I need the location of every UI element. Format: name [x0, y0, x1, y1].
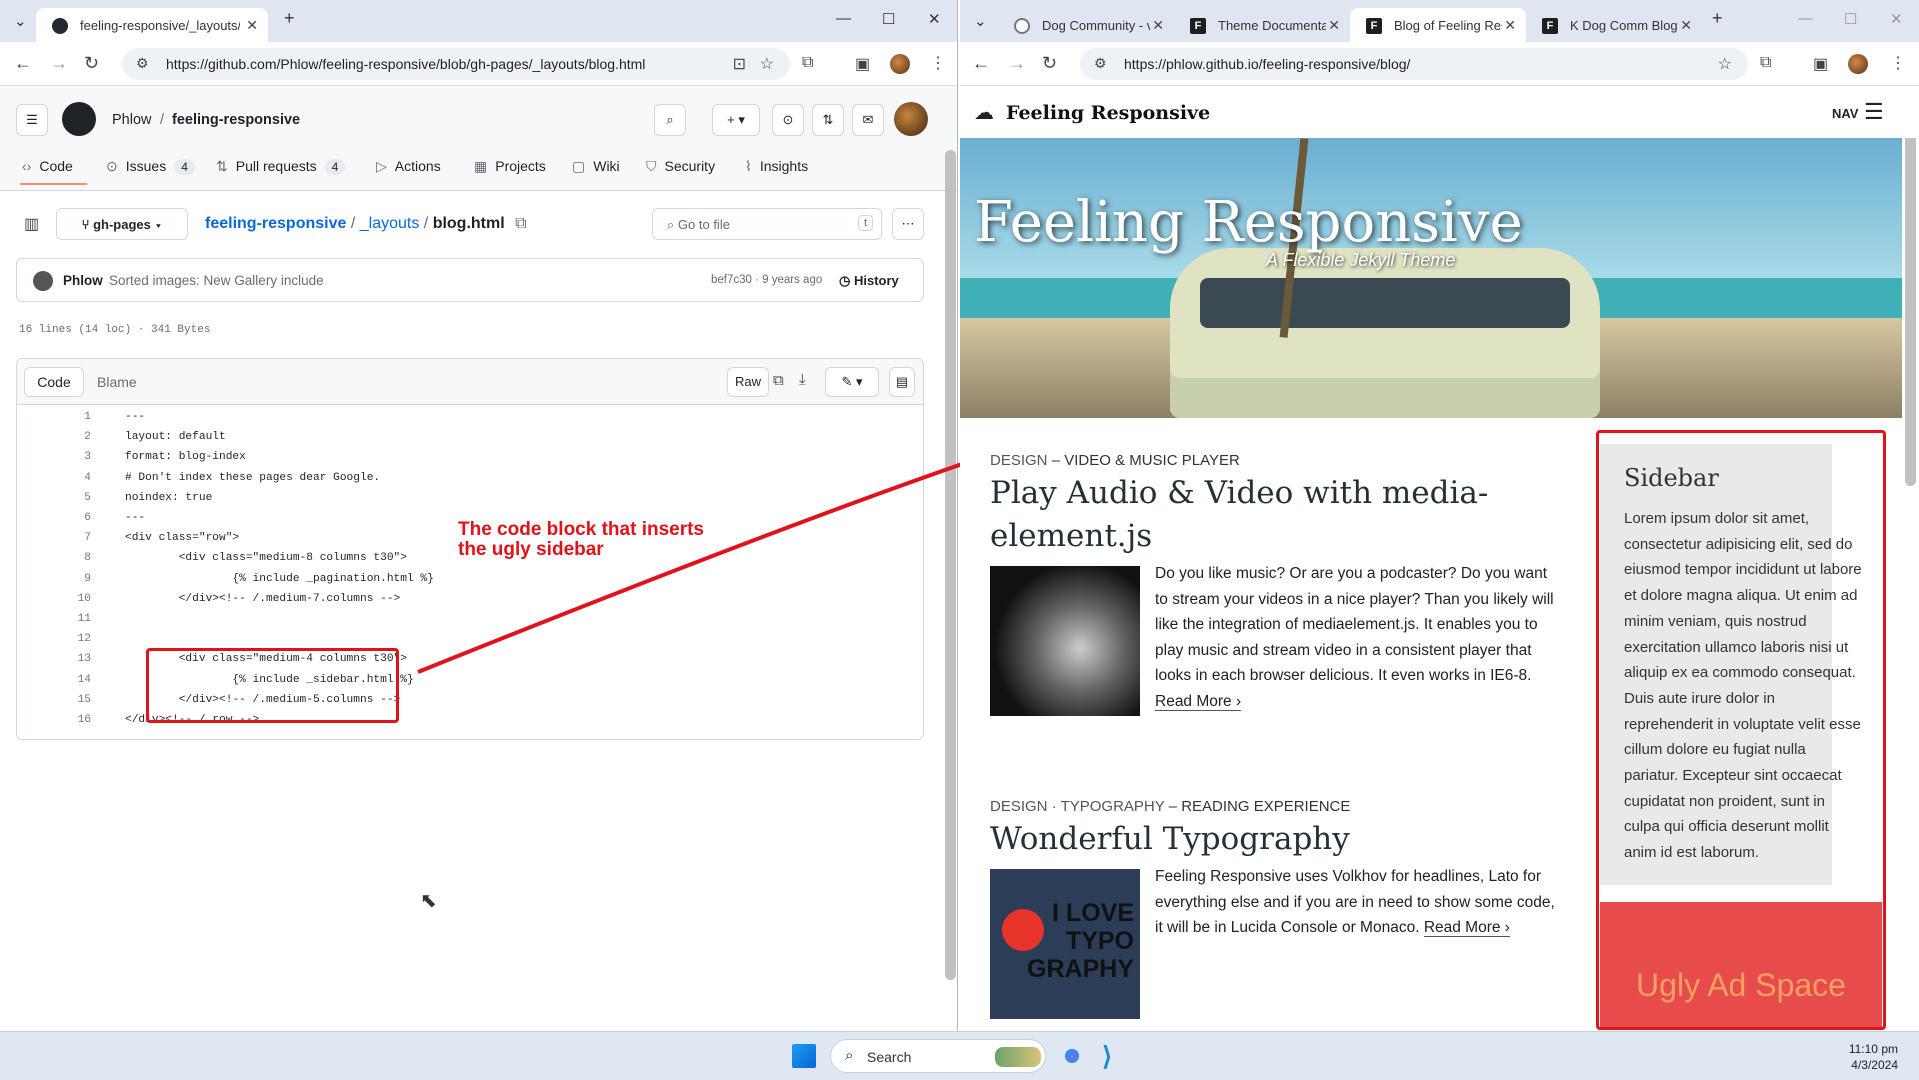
chrome-taskbar-icon[interactable] [1058, 1042, 1086, 1070]
nav-menu-icon[interactable]: ☰ [1864, 99, 1884, 125]
close-tab-icon[interactable]: ✕ [1328, 17, 1340, 34]
post-2-excerpt: Feeling Responsive uses Volkhov for head… [1155, 864, 1560, 941]
sidebar-highlight-box [1596, 430, 1886, 1030]
taskbar-search[interactable]: ⌕ Search [830, 1039, 1046, 1073]
tab-title: Theme Documentat [1218, 18, 1326, 33]
tab-theme-docs[interactable]: F Theme Documentat ✕ [1174, 8, 1350, 42]
search-icon: ⌕ [845, 1047, 854, 1064]
post-category[interactable]: DESIGN [990, 452, 1048, 469]
post-text: Do you like music? Or are you a podcaste… [1155, 565, 1554, 685]
back-icon[interactable]: ← [972, 53, 990, 74]
close-window-icon[interactable]: ✕ [1890, 10, 1903, 28]
search-highlight-icon [995, 1047, 1041, 1067]
right-scrollbar[interactable] [1905, 96, 1916, 486]
side-panel-icon[interactable]: ▣ [1813, 54, 1828, 74]
maximize-icon[interactable]: ☐ [1844, 10, 1857, 28]
post-category[interactable]: DESIGN · TYPOGRAPHY [990, 798, 1165, 815]
close-tab-icon[interactable]: ✕ [1680, 17, 1692, 34]
reload-icon[interactable]: ↻ [1042, 53, 1057, 74]
post-subtitle: VIDEO & MUSIC PLAYER [1064, 452, 1240, 469]
clock-time[interactable]: 11:10 pm [1842, 1042, 1898, 1056]
tab-title: Blog of Feeling Res [1394, 18, 1502, 33]
right-tab-bar: ⌄ Dog Community - v ✕ F Theme Documentat ✕ … [960, 0, 1919, 42]
post-2-image[interactable]: I LOVE TYPO GRAPHY [990, 869, 1140, 1019]
tab-list-icon[interactable]: ⌄ [974, 12, 987, 30]
bookmark-star-icon[interactable]: ☆ [1718, 54, 1732, 74]
post-1-image[interactable] [990, 566, 1140, 716]
site-info-icon[interactable]: ⚙ [1094, 55, 1107, 72]
post-subtitle: READING EXPERIENCE [1181, 798, 1351, 815]
menu-dots-icon[interactable]: ⋮ [1890, 53, 1906, 73]
tab-title: Dog Community - v [1042, 18, 1150, 33]
profile-avatar[interactable] [1848, 54, 1868, 74]
read-more-link[interactable]: Read More › [1155, 692, 1242, 711]
right-url-text: https://phlow.github.io/feeling-responsi… [1124, 56, 1411, 72]
tab-dog-community[interactable]: Dog Community - v ✕ [998, 8, 1174, 42]
tab-blog-active[interactable]: F Blog of Feeling Res ✕ [1350, 8, 1526, 42]
post-2-title[interactable]: Wonderful Typography [990, 818, 1350, 861]
globe-favicon-icon [1014, 18, 1030, 34]
taskbar: ⌕ Search ⟩ 11:10 pm 4/3/2024 [0, 1031, 1919, 1080]
taskbar-search-label: Search [867, 1049, 912, 1065]
site-header: ☁ Feeling Responsive NAV ☰ [960, 88, 1919, 138]
feeling-favicon-icon: F [1190, 18, 1206, 34]
close-tab-icon[interactable]: ✕ [1152, 17, 1164, 34]
site-brand[interactable]: Feeling Responsive [1006, 102, 1210, 124]
post-1-excerpt: Do you like music? Or are you a podcaste… [1155, 561, 1555, 715]
minimize-icon[interactable]: — [1798, 10, 1813, 27]
hero-subtitle: A Flexible Jekyll Theme [1266, 250, 1456, 270]
hero-banner: Feeling Responsive A Flexible Jekyll The… [960, 138, 1902, 418]
post-2-image-text: I LOVE TYPO GRAPHY [1027, 899, 1134, 983]
hero-title: Feeling Responsive [974, 190, 1523, 255]
right-url-field[interactable]: ⚙ https://phlow.github.io/feeling-respon… [1080, 48, 1748, 80]
forward-icon[interactable]: → [1008, 53, 1026, 74]
tab-title: K Dog Comm Blog [1570, 18, 1678, 33]
windows-start-icon[interactable] [792, 1044, 816, 1068]
extensions-icon[interactable]: ⧉ [1760, 54, 1771, 72]
feeling-favicon-icon: F [1366, 18, 1382, 34]
right-address-bar: ← → ↻ ⚙ https://phlow.github.io/feeling-… [960, 42, 1919, 86]
clock-date[interactable]: 4/3/2024 [1842, 1058, 1898, 1072]
cloud-logo-icon[interactable]: ☁ [974, 100, 994, 125]
new-tab-icon[interactable]: + [1712, 8, 1723, 29]
read-more-link[interactable]: Read More › [1423, 919, 1510, 938]
post-2-meta: DESIGN · TYPOGRAPHY – READING EXPERIENCE [990, 798, 1351, 815]
hero-van [1170, 248, 1600, 418]
vscode-taskbar-icon[interactable]: ⟩ [1102, 1042, 1130, 1070]
post-1-meta: DESIGN – VIDEO & MUSIC PLAYER [990, 452, 1240, 469]
nav-label[interactable]: NAV [1832, 106, 1858, 121]
tab-dog-comm-blog[interactable]: F K Dog Comm Blog ✕ [1526, 8, 1702, 42]
close-tab-icon[interactable]: ✕ [1504, 17, 1516, 34]
hero-van-windows [1200, 278, 1570, 328]
feeling-favicon-icon: F [1542, 18, 1558, 34]
post-1-title[interactable]: Play Audio & Video with media-element.js [990, 472, 1510, 558]
